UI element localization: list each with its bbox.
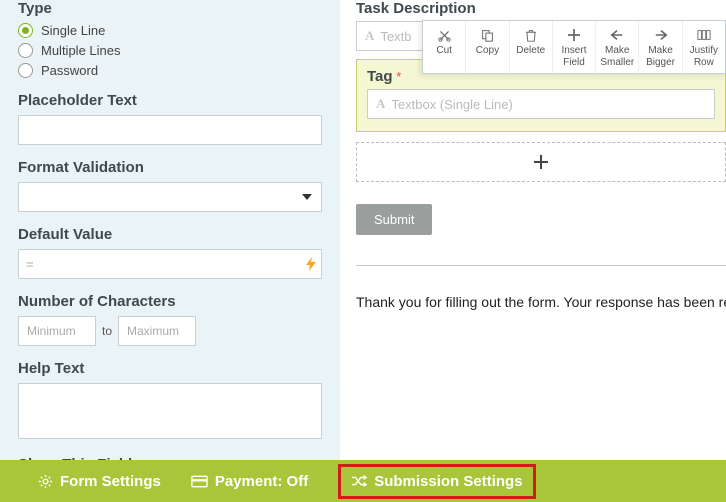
radio-icon [18,23,33,38]
format-validation-group: Format Validation [18,159,322,212]
submission-settings-button[interactable]: Submission Settings [338,464,535,499]
form-preview: Task Description A Textb Tag * A Textbox… [340,0,726,460]
type-group: Type Single Line Multiple Lines Password [18,0,322,78]
thank-you-message: Thank you for filling out the form. Your… [356,294,726,310]
format-validation-select[interactable] [18,182,322,212]
type-label: Type [18,0,322,17]
help-text-input[interactable] [18,383,322,439]
bottom-bar: Form Settings Payment: Off Submission Se… [0,460,726,502]
payment-button[interactable]: Payment: Off [191,473,308,490]
make-smaller-button[interactable]: Make Smaller [595,21,638,73]
shuffle-icon [351,474,367,488]
help-text-label: Help Text [18,360,322,377]
submit-button[interactable]: Submit [356,204,432,235]
bolt-icon[interactable] [306,257,316,271]
task-description-placeholder: Textb [380,29,411,44]
radio-password[interactable]: Password [18,63,322,78]
to-label: to [102,324,112,338]
form-settings-button[interactable]: Form Settings [38,473,161,490]
arrow-left-icon [596,27,638,43]
text-field-icon: A [365,28,374,44]
cut-icon [423,27,465,43]
numchars-label: Number of Characters [18,293,322,310]
add-field-row[interactable] [356,142,726,182]
tag-field[interactable]: A Textbox (Single Line) [367,89,715,119]
default-value-input[interactable] [18,249,322,279]
placeholder-label: Placeholder Text [18,92,322,109]
radio-single-line[interactable]: Single Line [18,23,322,38]
copy-icon [466,27,508,43]
task-description-label: Task Description [356,0,726,17]
cut-button[interactable]: Cut [423,21,465,73]
min-input[interactable] [18,316,96,346]
default-value-group: Default Value = [18,226,322,279]
separator [356,265,726,266]
radio-icon [18,63,33,78]
justify-row-button[interactable]: Justify Row [682,21,725,73]
placeholder-input[interactable] [18,115,322,145]
default-value-label: Default Value [18,226,322,243]
radio-icon [18,43,33,58]
justify-icon [683,27,725,43]
copy-button[interactable]: Copy [465,21,508,73]
plus-icon [534,155,548,169]
required-asterisk: * [396,69,401,84]
context-toolbar: Cut Copy Delete Insert Field [422,20,726,74]
help-text-group: Help Text [18,360,322,442]
radio-multiple-lines[interactable]: Multiple Lines [18,43,322,58]
trash-icon [510,27,552,43]
card-icon [191,475,208,488]
settings-sidebar: Type Single Line Multiple Lines Password… [0,0,340,460]
insert-field-button[interactable]: Insert Field [552,21,595,73]
format-validation-input[interactable] [18,182,322,212]
equals-icon: = [26,257,34,272]
tag-placeholder: Textbox (Single Line) [391,97,512,112]
delete-button[interactable]: Delete [509,21,552,73]
text-field-icon: A [376,96,385,112]
gear-icon [38,474,53,489]
make-bigger-button[interactable]: Make Bigger [638,21,681,73]
arrow-right-icon [639,27,681,43]
numchars-group: Number of Characters to [18,293,322,346]
plus-icon [553,27,595,43]
tag-label: Tag [367,68,393,85]
max-input[interactable] [118,316,196,346]
placeholder-group: Placeholder Text [18,92,322,145]
format-validation-label: Format Validation [18,159,322,176]
